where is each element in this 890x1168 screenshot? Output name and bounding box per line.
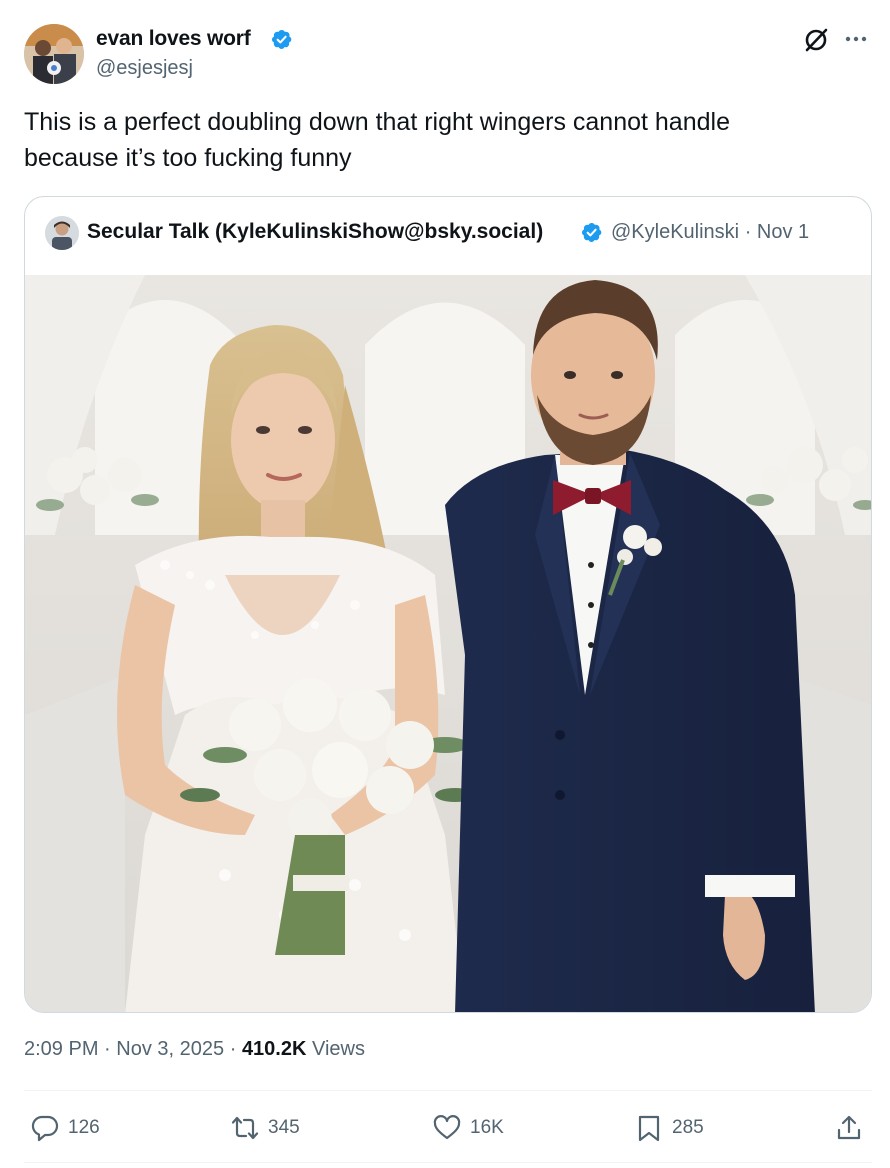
quoted-author-name: Secular Talk (KyleKulinskiShow@bsky.soci… [87,220,544,243]
like-count: 16K [470,1117,504,1138]
reply-button[interactable]: 126 [30,1108,100,1148]
post-time[interactable]: 2:09 PM [24,1038,98,1060]
quoted-author-avatar [45,216,79,250]
bookmark-count: 285 [672,1117,704,1138]
author-avatar[interactable] [24,24,84,84]
meta-separator: · [104,1038,111,1060]
repost-icon [231,1116,259,1140]
divider [24,1090,872,1091]
quoted-author-handle: @KyleKulinski [611,221,740,243]
meta-separator: · [744,221,752,243]
like-icon [433,1115,461,1140]
tweet-text-line: because it’s too fucking funny [24,144,352,172]
quoted-post[interactable]: Secular Talk (KyleKulinskiShow@bsky.soci… [24,196,872,1013]
grok-icon[interactable] [802,26,830,54]
post-date[interactable]: Nov 3, 2025 [116,1038,224,1060]
share-button[interactable] [834,1108,864,1148]
verified-badge-icon [581,222,602,243]
bookmark-icon [638,1115,660,1142]
repost-button[interactable]: 345 [230,1108,300,1148]
share-icon [837,1115,861,1140]
tweet-text: This is a perfect doubling down that rig… [24,104,864,176]
author-handle[interactable]: @esjesjesj [96,57,193,80]
repost-count: 345 [268,1117,300,1138]
author-name[interactable]: evan loves worf [96,27,251,51]
quoted-post-photo[interactable] [25,275,872,1013]
tweet-text-line: This is a perfect doubling down that rig… [24,108,730,136]
like-button[interactable]: 16K [432,1108,504,1148]
bookmark-button[interactable]: 285 [634,1108,704,1148]
views-count: 410.2K [241,1038,307,1060]
verified-badge-icon [271,29,292,50]
quoted-post-meta: @KyleKulinski · Nov 1 [611,221,809,244]
reply-count: 126 [68,1117,100,1138]
reply-icon [31,1115,59,1142]
meta-separator: · [229,1038,237,1060]
views-label: Views [312,1038,365,1060]
post-meta: 2:09 PM · Nov 3, 2025 · 410.2K Views [24,1038,365,1061]
divider [24,1162,872,1163]
quoted-post-date: Nov 1 [756,221,810,243]
more-icon[interactable] [843,26,869,52]
